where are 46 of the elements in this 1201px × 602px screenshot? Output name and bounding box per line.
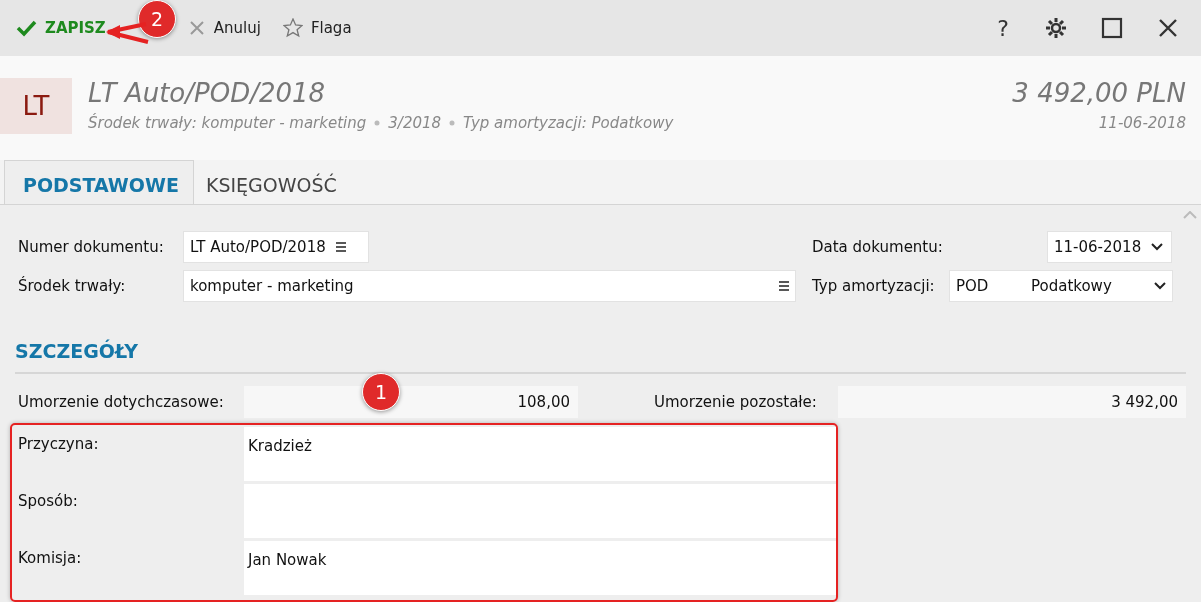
chevron-down-icon xyxy=(1154,282,1166,290)
check-icon xyxy=(16,18,37,38)
document-subtitle: 3/2018 xyxy=(388,114,442,132)
flag-button[interactable]: Flaga xyxy=(276,14,358,42)
maximize-icon xyxy=(1101,17,1123,39)
list-icon xyxy=(335,242,346,252)
chevron-down-icon xyxy=(1151,243,1164,251)
close-icon xyxy=(187,19,206,37)
text-area[interactable]: Kradzież xyxy=(244,427,836,481)
annotation-badge: 2 xyxy=(138,0,176,38)
chevron-up-icon xyxy=(1183,211,1197,219)
document-amount: 3 492,00 PLN xyxy=(1012,78,1186,108)
list-icon xyxy=(779,281,789,291)
fixed-asset-field[interactable]: komputer - marketing xyxy=(183,270,796,302)
section-title: SZCZEGÓŁY xyxy=(15,340,139,362)
tab[interactable]: PODSTAWOWE xyxy=(4,160,194,204)
field-label: Środek trwały: xyxy=(18,277,127,295)
cancel-button[interactable]: Anuluj xyxy=(181,15,267,41)
separator-dot-icon xyxy=(374,120,381,126)
initials-badge: LT xyxy=(0,78,72,134)
date-dropdown[interactable]: 11-06-2018 xyxy=(1047,231,1172,263)
field-label: Umorzenie pozostałe: xyxy=(654,393,818,411)
maximize-button[interactable] xyxy=(1099,15,1125,41)
field-label: Typ amortyzacji: xyxy=(812,277,936,295)
settings-icon xyxy=(1045,17,1067,39)
tab[interactable]: KSIĘGOWOŚĆ xyxy=(193,160,349,204)
field-label: Przyczyna: xyxy=(18,434,100,455)
amount-field: 3 492,00 xyxy=(838,386,1186,418)
save-button[interactable]: ZAPISZ xyxy=(10,14,112,42)
document-subtitle: Typ amortyzacji: Podatkowy xyxy=(463,114,674,132)
document-number-field[interactable]: LT Auto/POD/2018 xyxy=(183,231,369,263)
text-area[interactable]: Jan Nowak xyxy=(244,541,836,595)
depreciation-type-dropdown[interactable]: POD Podatkowy xyxy=(949,270,1173,302)
close-icon xyxy=(1157,17,1179,39)
field-label: Numer dokumentu: xyxy=(18,238,165,256)
settings-button[interactable] xyxy=(1043,15,1069,41)
star-icon xyxy=(282,18,303,38)
help-button[interactable]: ? xyxy=(993,15,1013,41)
document-subtitle: Środek trwały: komputer - marketing xyxy=(88,114,367,132)
document-title: LT Auto/POD/2018 xyxy=(88,78,327,108)
field-label: Umorzenie dotychczasowe: xyxy=(18,393,225,411)
field-label: Sposób: xyxy=(18,491,79,512)
field-label: Data dokumentu: xyxy=(812,238,944,256)
field-label: Komisja: xyxy=(18,548,83,569)
document-date: 11-06-2018 xyxy=(1097,114,1186,132)
separator-dot-icon xyxy=(449,120,456,126)
